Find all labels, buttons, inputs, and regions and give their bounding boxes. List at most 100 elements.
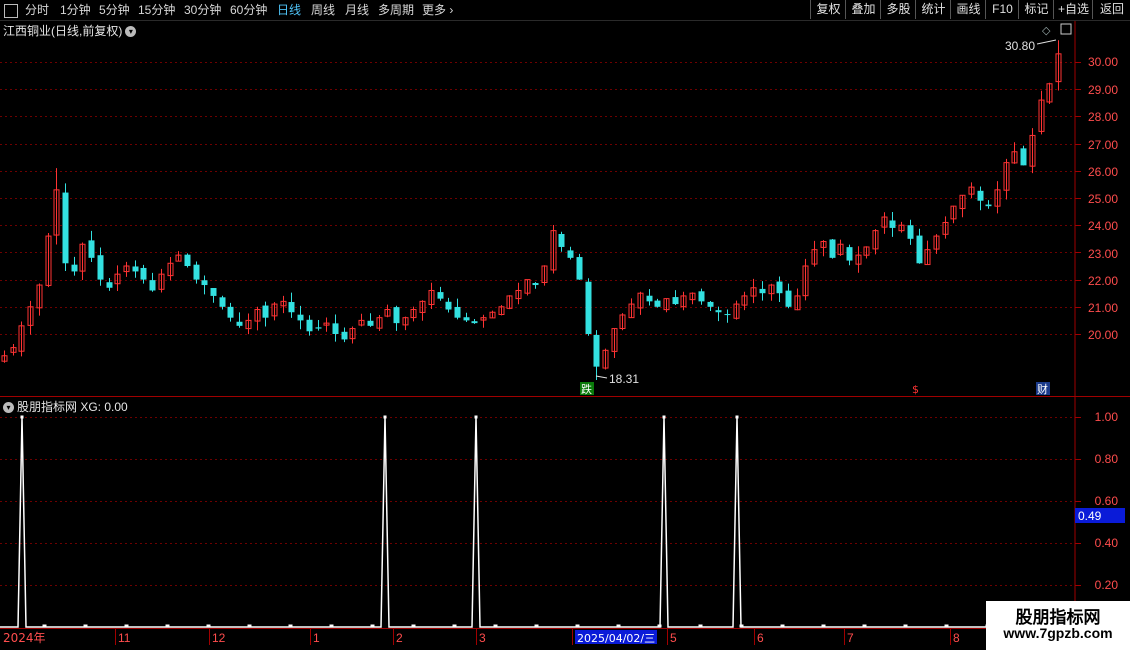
indicator-zero-marker (493, 624, 498, 628)
candle-body (193, 264, 200, 280)
indicator-spike-marker (383, 415, 387, 419)
indicator-zero-marker (206, 624, 211, 628)
indicator-xg-line (0, 416, 1075, 628)
candle-body (593, 334, 600, 367)
watermark: 股朋指标网 www.7gpzb.com (986, 601, 1130, 650)
candle-body (585, 281, 592, 334)
indicator-zero-marker (534, 624, 539, 628)
indicator-tick: 0.20 (1095, 578, 1119, 592)
candle-body (889, 220, 896, 228)
event-mark-die-text: 跌 (581, 382, 592, 396)
price-tick: 27.00 (1088, 138, 1118, 152)
candle-body (132, 266, 139, 272)
date-tick: 8 (953, 631, 960, 645)
candle-body (367, 320, 374, 326)
event-mark-dollar[interactable]: $ (912, 383, 919, 396)
event-mark-cai-text: 财 (1037, 382, 1048, 396)
indicator-zero-marker (452, 624, 457, 628)
candle-body (715, 310, 722, 313)
candle-body (646, 295, 653, 302)
candle-body (698, 291, 705, 302)
candle-body (558, 234, 565, 247)
date-tick: 1 (313, 631, 320, 645)
candle-body (184, 254, 191, 266)
window-icon[interactable] (1060, 23, 1072, 35)
watermark-url: www.7gpzb.com (1003, 625, 1113, 641)
indicator-tick: 0.60 (1095, 494, 1119, 508)
candle-body (985, 204, 992, 207)
date-tick: 7 (847, 631, 854, 645)
price-tick: 21.00 (1088, 301, 1118, 315)
candle-body (532, 283, 539, 286)
high-price-label: 30.80 (1005, 39, 1035, 53)
candle-body (306, 319, 313, 332)
low-price-label: 18.31 (609, 372, 639, 386)
candle-body (785, 290, 792, 307)
candle-body (846, 247, 853, 261)
diamond-icon[interactable]: ◇ (1042, 24, 1051, 37)
candle-body (227, 306, 234, 318)
candle-body (707, 301, 714, 307)
candle-body (106, 282, 113, 288)
candle-body (219, 297, 226, 307)
crosshair-date: 2025/04/02/三 (577, 632, 655, 645)
price-tick: 22.00 (1088, 274, 1118, 288)
candle-body (140, 267, 147, 280)
candle-body (1020, 148, 1027, 166)
candle-body (907, 225, 914, 239)
indicator-zero-marker (616, 624, 621, 628)
date-tick: 6 (757, 631, 764, 645)
candle-body (454, 306, 461, 318)
indicator-zero-marker (288, 624, 293, 628)
candle-body (977, 190, 984, 201)
indicator-spike-marker (662, 415, 666, 419)
candle-body (463, 317, 470, 321)
indicator-zero-marker (329, 624, 334, 628)
candle-body (471, 321, 478, 324)
candle-body (288, 302, 295, 313)
candle-body (576, 257, 583, 280)
price-tick: 29.00 (1088, 83, 1118, 97)
price-tick: 26.00 (1088, 165, 1118, 179)
price-tick: 20.00 (1088, 328, 1118, 342)
price-tick: 28.00 (1088, 110, 1118, 124)
date-tick: 11 (118, 631, 131, 645)
date-tick: 3 (479, 631, 486, 645)
indicator-zero-marker (247, 624, 252, 628)
candle-body (829, 239, 836, 258)
candle-body (654, 300, 661, 307)
candle-body (88, 240, 95, 258)
candle-body (297, 314, 304, 321)
indicator-spike-marker (735, 415, 739, 419)
indicator-zero-marker (862, 624, 867, 628)
candle-body (759, 288, 766, 294)
chart-canvas[interactable]: 30.00 29.00 28.00 27.00 26.00 25.00 24.0… (0, 0, 1130, 650)
date-tick: 12 (212, 631, 226, 645)
candle-body (916, 235, 923, 264)
candle-body (201, 280, 208, 286)
date-tick: 5 (670, 631, 677, 645)
indicator-zero-marker (124, 624, 129, 628)
date-tick: 2 (396, 631, 403, 645)
candle-body (393, 307, 400, 324)
candle-body (332, 323, 339, 334)
indicator-zero-marker (370, 624, 375, 628)
indicator-tick: 0.40 (1095, 536, 1119, 550)
indicator-tick: 0.80 (1095, 452, 1119, 466)
candle-body (62, 192, 69, 264)
price-tick: 25.00 (1088, 192, 1118, 206)
high-price-arrow (1036, 39, 1057, 45)
indicator-zero-marker (780, 624, 785, 628)
price-tick: 23.00 (1088, 247, 1118, 261)
indicator-zero-marker (657, 624, 662, 628)
candle-body (437, 292, 444, 299)
indicator-current-value: 0.49 (1078, 509, 1102, 523)
candle-body (315, 327, 322, 329)
indicator-zero-marker (42, 624, 47, 628)
candle-body (445, 301, 452, 310)
candle-body (776, 281, 783, 294)
low-price-arrow (595, 375, 608, 379)
candle-body (210, 288, 217, 296)
price-tick: 24.00 (1088, 219, 1118, 233)
candle-body (97, 255, 104, 280)
